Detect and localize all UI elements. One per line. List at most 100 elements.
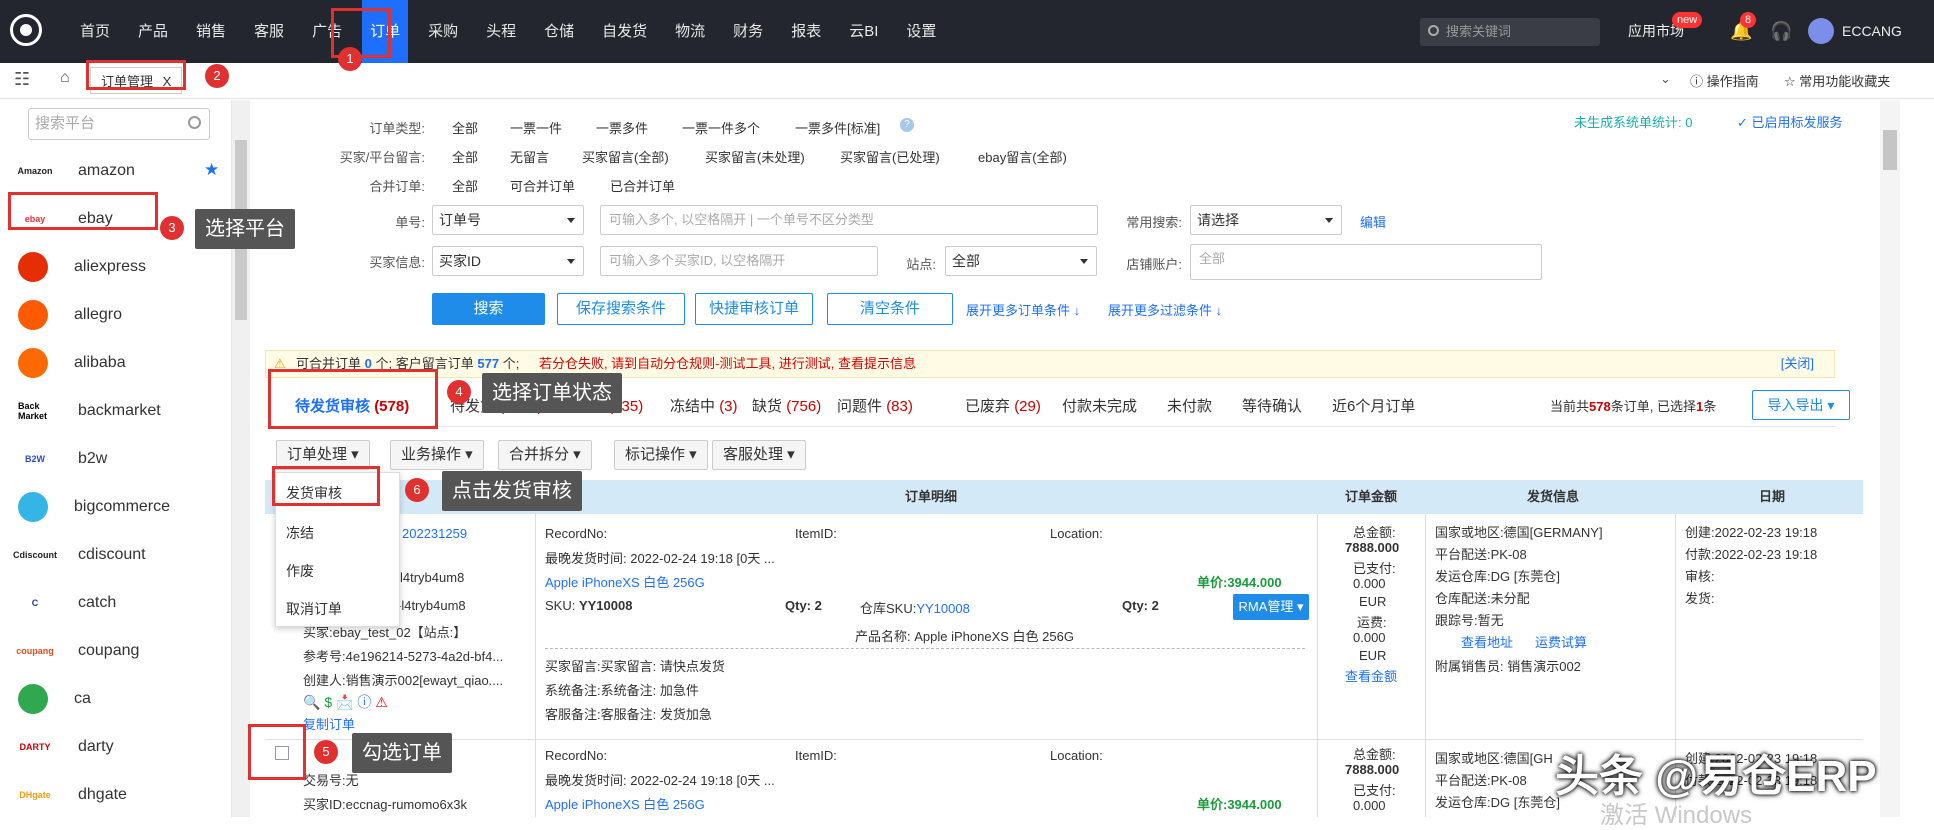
nav-item-12[interactable]: 报表 <box>791 0 821 63</box>
tab-status-5[interactable]: 问题件 (83) <box>837 395 913 416</box>
order_type_options-option-2[interactable]: 一票多件 <box>596 118 648 137</box>
sidebar-item-catch[interactable]: Ccatch <box>18 582 218 624</box>
headset-icon[interactable]: 🎧 <box>1770 0 1792 63</box>
nav-item-10[interactable]: 物流 <box>675 0 705 63</box>
rma-button[interactable]: RMA管理 ▾ <box>1233 594 1309 620</box>
nav-item-11[interactable]: 财务 <box>733 0 763 63</box>
sidebar-item-backmarket[interactable]: Back Market backmarket <box>18 390 218 432</box>
sidebar-item-darty[interactable]: DARTY darty <box>18 726 218 768</box>
tab-status-7[interactable]: 付款未完成 <box>1062 395 1137 416</box>
common-search-select[interactable]: 请选择 <box>1190 205 1342 235</box>
avatar[interactable] <box>1808 18 1834 44</box>
buyer_msg_options-option-0[interactable]: 全部 <box>452 147 478 166</box>
help-icon[interactable]: ? <box>900 118 914 132</box>
tab-status-4[interactable]: 缺货 (756) <box>752 395 821 416</box>
nav-item-13[interactable]: 云BI <box>849 0 878 63</box>
buyer_msg_options-option-5[interactable]: ebay留言(全部) <box>978 147 1067 166</box>
site-select[interactable]: 全部 <box>945 246 1097 276</box>
tab-status-9[interactable]: 等待确认 <box>1242 395 1302 416</box>
merge_options-option-2[interactable]: 已合并订单 <box>610 176 675 195</box>
product-link[interactable]: Apple iPhoneXS 白色 256G <box>545 572 705 591</box>
buyer-type-select[interactable]: 买家ID <box>432 246 584 276</box>
order_type_options-option-1[interactable]: 一票一件 <box>510 118 562 137</box>
dropdown-item-void[interactable]: 作废 <box>286 561 314 581</box>
buyer_msg_options-option-2[interactable]: 买家留言(全部) <box>582 147 669 166</box>
sidebar-item-dhgate[interactable]: DHgate dhgate <box>18 774 218 816</box>
tab-status-10[interactable]: 近6个月订单 <box>1332 395 1415 416</box>
tab-status-6[interactable]: 已废弃 (29) <box>965 395 1041 416</box>
order_type_options-option-4[interactable]: 一票多件[标准] <box>795 118 880 137</box>
sidebar-item-alibaba[interactable]: alibaba <box>18 342 218 384</box>
home-icon[interactable]: ⌂ <box>60 69 70 87</box>
action-button-4[interactable]: 客服处理 ▾ <box>712 440 806 470</box>
save-search-button[interactable]: 保存搜索条件 <box>557 293 685 325</box>
nav-item-14[interactable]: 设置 <box>906 0 936 63</box>
tab-status-3[interactable]: 冻结中 (3) <box>670 395 738 416</box>
dropdown-item-cancel[interactable]: 取消订单 <box>286 599 342 619</box>
app-logo-icon[interactable] <box>10 14 42 46</box>
sidebar-item-allegro[interactable]: allegro <box>18 294 218 336</box>
bell-icon[interactable]: 🔔 <box>1730 0 1752 63</box>
more-filter-conditions-link[interactable]: 展开更多过滤条件 ↓ <box>1108 300 1222 319</box>
copy-order-link[interactable]: 复制订单 <box>303 714 355 733</box>
order-no-input[interactable]: 可输入多个, 以空格隔开 | 一个单号不区分类型 <box>600 205 1098 235</box>
unsync-stat[interactable]: 未生成系统单统计: 0 <box>1574 112 1692 131</box>
global-search-input[interactable]: 搜索关键词 <box>1420 18 1600 46</box>
app-market-link[interactable]: 应用市场 <box>1628 0 1684 63</box>
grid-menu-icon[interactable]: ☷ <box>14 69 30 90</box>
labeling-service-link[interactable]: ✓ 已启用标发服务 <box>1737 112 1843 131</box>
sidebar-item-ca[interactable]: ca <box>18 678 218 720</box>
freight-calc-link[interactable]: 运费试算 <box>1535 632 1587 651</box>
buyer-id-input[interactable]: 可输入多个买家ID, 以空格隔开 <box>600 246 878 276</box>
edit-link[interactable]: 编辑 <box>1360 212 1386 231</box>
action-button-3[interactable]: 标记操作 ▾ <box>614 440 708 470</box>
view-address-link[interactable]: 查看地址 <box>1461 632 1513 651</box>
merge_options-option-1[interactable]: 可合并订单 <box>510 176 575 195</box>
chevron-down-icon[interactable]: ⌄ <box>1660 71 1671 87</box>
shop-input[interactable]: 全部 <box>1190 244 1542 280</box>
sidebar-item-aliexpress[interactable]: aliexpress <box>18 246 218 288</box>
order_type_options-option-3[interactable]: 一票一件多个 <box>682 118 760 137</box>
nav-item-2[interactable]: 销售 <box>196 0 226 63</box>
quick-audit-button[interactable]: 快捷审核订单 <box>695 293 813 325</box>
order-number-link[interactable]: 202231259 <box>402 526 467 541</box>
dropdown-item-freeze[interactable]: 冻结 <box>286 523 314 543</box>
notice-close-link[interactable]: [关闭] <box>1781 351 1814 377</box>
merge_options-option-0[interactable]: 全部 <box>452 176 478 195</box>
sidebar-scrollbar[interactable] <box>232 100 250 817</box>
search-button[interactable]: 搜索 <box>432 293 545 325</box>
action-button-1[interactable]: 业务操作 ▾ <box>390 440 484 470</box>
sidebar-item-bigcommerce[interactable]: bigcommerce <box>18 486 218 528</box>
sidebar-item-b2w[interactable]: B2W b2w <box>18 438 218 480</box>
tab-status-8[interactable]: 未付款 <box>1167 395 1212 416</box>
product-link[interactable]: Apple iPhoneXS 白色 256G <box>545 794 705 813</box>
sidebar-item-cdiscount[interactable]: Cdiscount cdiscount <box>13 534 218 576</box>
nav-item-3[interactable]: 客服 <box>254 0 284 63</box>
buyer_msg_options-option-4[interactable]: 买家留言(已处理) <box>840 147 940 166</box>
nav-item-8[interactable]: 仓储 <box>544 0 574 63</box>
user-name[interactable]: ECCANG <box>1842 0 1902 63</box>
import-export-button[interactable]: 导入导出 ▾ <box>1752 390 1850 420</box>
nav-item-1[interactable]: 产品 <box>138 0 168 63</box>
buyer_msg_options-option-1[interactable]: 无留言 <box>510 147 549 166</box>
favorites-link[interactable]: ☆ 常用功能收藏夹 <box>1784 71 1890 90</box>
nav-item-0[interactable]: 首页 <box>80 0 110 63</box>
star-icon[interactable]: ★ <box>204 160 219 180</box>
buyer_msg_options-option-3[interactable]: 买家留言(未处理) <box>705 147 805 166</box>
guide-link[interactable]: ⓘ 操作指南 <box>1690 71 1759 90</box>
order-status-icons[interactable]: 🔍 $ 📩 ⓘ ⚠ <box>303 692 388 712</box>
nav-item-6[interactable]: 采购 <box>428 0 458 63</box>
action-button-2[interactable]: 合并拆分 ▾ <box>498 440 592 470</box>
order_type_options-option-0[interactable]: 全部 <box>452 118 478 137</box>
nav-item-9[interactable]: 自发货 <box>602 0 647 63</box>
more-order-conditions-link[interactable]: 展开更多订单条件 ↓ <box>966 300 1080 319</box>
clear-button[interactable]: 清空条件 <box>827 293 953 325</box>
scrollbar-thumb[interactable] <box>1883 130 1897 170</box>
platform-search-input[interactable]: 搜索平台 <box>28 108 210 140</box>
sidebar-item-amazon[interactable]: Amazon amazon ★ <box>18 150 220 192</box>
nav-item-7[interactable]: 头程 <box>486 0 516 63</box>
sidebar-item-coupang[interactable]: coupang coupang <box>16 630 218 672</box>
order-no-select[interactable]: 订单号 <box>432 205 584 235</box>
view-amount-link[interactable]: 查看金额 <box>1345 666 1397 685</box>
main-scrollbar[interactable] <box>1880 100 1900 817</box>
